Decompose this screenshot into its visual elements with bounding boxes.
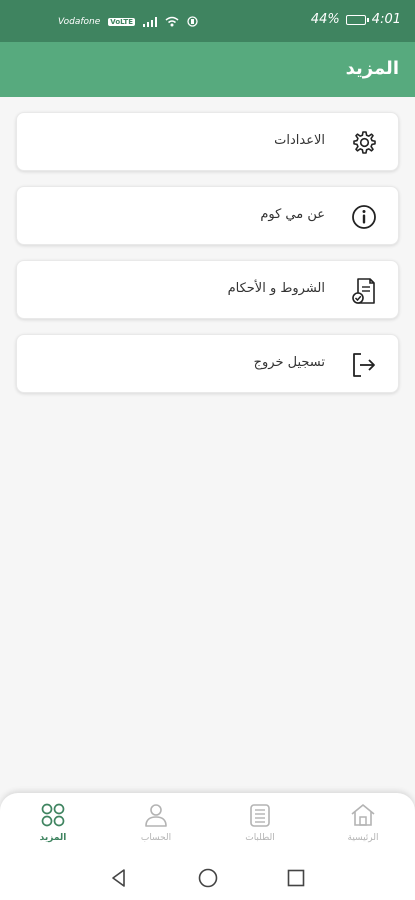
battery-percent: 44% [310, 12, 340, 27]
carrier-name: Vodafone [58, 16, 101, 27]
nav-orders[interactable]: الطلبات [210, 801, 310, 843]
more-grid-icon [41, 803, 65, 827]
status-bar: Vodafone VoLTE 44% 4:01 [0, 0, 415, 42]
wifi-icon [165, 16, 179, 27]
nav-account[interactable]: الحساب [106, 801, 206, 843]
nav-label: الطلبات [245, 833, 275, 843]
gear-icon [353, 131, 376, 154]
home-circle-icon[interactable] [197, 867, 219, 889]
info-icon [352, 205, 376, 229]
more-menu-list: الاعدادات عن مي كوم الشروط و الأحكام تسج… [16, 112, 399, 408]
status-left-group: Vodafone VoLTE [58, 16, 198, 27]
nav-home[interactable]: الرئيسية [313, 801, 413, 843]
clock: 4:01 [371, 12, 401, 27]
app-bar: المزيد [0, 42, 415, 97]
nav-more[interactable]: المزيد [3, 801, 103, 843]
back-icon[interactable] [108, 867, 130, 889]
user-icon [145, 804, 167, 827]
menu-item-logout[interactable]: تسجيل خروج [16, 334, 399, 393]
menu-item-settings[interactable]: الاعدادات [16, 112, 399, 171]
document-check-icon [352, 278, 375, 304]
data-saver-icon [187, 16, 198, 27]
orders-icon [250, 804, 270, 827]
menu-item-terms[interactable]: الشروط و الأحكام [16, 260, 399, 319]
menu-item-about[interactable]: عن مي كوم [16, 186, 399, 245]
menu-item-label: عن مي كوم [260, 207, 325, 222]
page-title: المزيد [345, 58, 399, 79]
recents-square-icon[interactable] [285, 867, 307, 889]
nav-label: الرئيسية [347, 833, 379, 843]
logout-icon [353, 353, 375, 377]
menu-item-label: الاعدادات [274, 133, 325, 148]
nav-label: المزيد [39, 833, 67, 843]
menu-item-label: الشروط و الأحكام [227, 281, 325, 296]
status-right-group: 44% 4:01 [311, 12, 401, 27]
bottom-nav: الرئيسية الطلبات الحساب المزيد [0, 793, 415, 855]
home-icon [351, 804, 375, 826]
battery-icon [345, 14, 369, 25]
signal-icon [142, 16, 157, 27]
volte-badge: VoLTE [108, 17, 135, 26]
system-nav-bar [0, 855, 415, 900]
menu-item-label: تسجيل خروج [253, 355, 325, 370]
nav-label: الحساب [140, 833, 172, 843]
